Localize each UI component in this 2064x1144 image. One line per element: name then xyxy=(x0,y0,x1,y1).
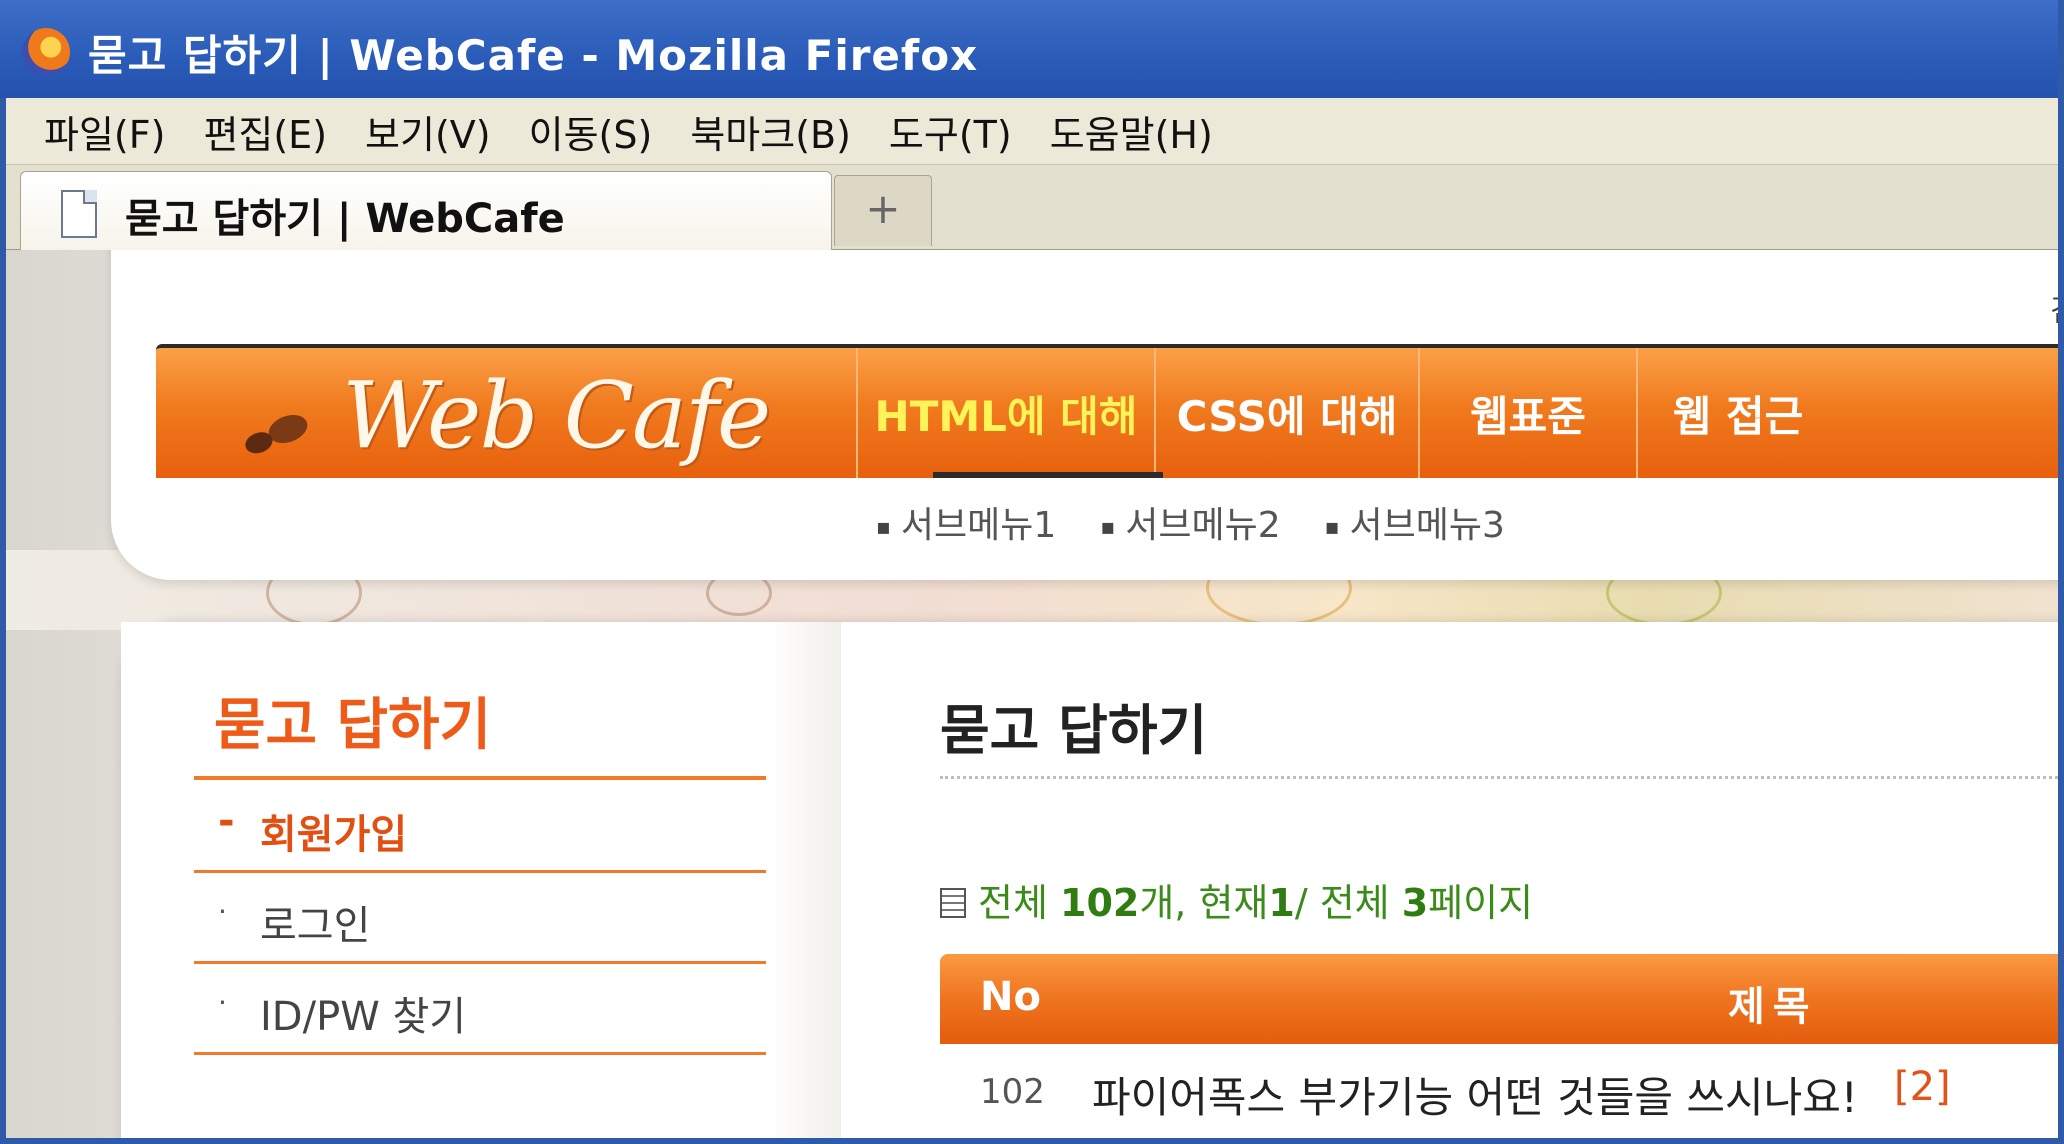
board-summary: 전체 102개, 현재1/ 전체 3페이지 xyxy=(940,872,1533,927)
sidebar-divider xyxy=(194,776,766,780)
menu-edit[interactable]: 편집(E) xyxy=(203,104,327,159)
bullet-icon: ▪ xyxy=(876,514,891,540)
column-header-title: 제목 xyxy=(1728,984,1818,1030)
row-number: 102 xyxy=(980,1072,1045,1112)
page-title: 묻고 답하기 xyxy=(940,699,1208,762)
sidebar-item-label: 회원가입 xyxy=(260,812,408,858)
coffee-bean-icon xyxy=(264,409,312,449)
sub-navigation: ▪ 서브메뉴1 ▪ 서브메뉴2 ▪ 서브메뉴3 xyxy=(876,496,1549,548)
bullet-icon: · xyxy=(218,986,227,1019)
gnb-web-standards[interactable]: 웹표준 xyxy=(1418,348,1636,478)
new-tab-button[interactable]: + xyxy=(834,175,932,246)
window-title: 묻고 답하기 | WebCafe - Mozilla Firefox xyxy=(88,31,979,80)
sidebar-item-signup[interactable]: - 회원가입 xyxy=(194,782,766,873)
tab-bar: 묻고 답하기 | WebCafe + xyxy=(6,165,2064,250)
column-header-no: No xyxy=(980,974,1041,1020)
page-icon xyxy=(61,190,97,238)
summary-sep: / 전체 xyxy=(1294,881,1402,925)
window-border-left xyxy=(0,98,6,1144)
site-logo[interactable]: Web Cafe xyxy=(342,362,771,469)
menu-file[interactable]: 파일(F) xyxy=(44,104,165,159)
menu-go[interactable]: 이동(S) xyxy=(529,104,653,159)
bullet-icon: ▪ xyxy=(1100,514,1116,540)
sidebar-item-label: 로그인 xyxy=(260,903,371,949)
page-viewport[interactable]: 검 Web Cafe HTML에 대해 CSS에 대해 웹표준 웹 접근 ▪ 서브… xyxy=(6,250,2064,1144)
comment-count[interactable]: [2] xyxy=(1894,1064,1951,1110)
menu-bookmarks[interactable]: 북마크(B) xyxy=(690,104,851,159)
window-border-bottom xyxy=(0,1138,2064,1144)
firefox-icon xyxy=(22,28,70,76)
bullet-icon: · xyxy=(218,895,227,928)
summary-total: 102 xyxy=(1060,881,1140,925)
sidebar-item-login[interactable]: · 로그인 xyxy=(194,873,766,964)
sidebar-item-label: ID/PW 찾기 xyxy=(260,994,467,1040)
gnb-web-accessibility[interactable]: 웹 접근 xyxy=(1636,348,1838,478)
summary-current-page: 1 xyxy=(1268,881,1295,925)
tab-active[interactable]: 묻고 답하기 | WebCafe xyxy=(20,171,832,250)
menu-bar: 파일(F) 편집(E) 보기(V) 이동(S) 북마크(B) 도구(T) 도움말… xyxy=(6,98,2064,165)
menu-view[interactable]: 보기(V) xyxy=(365,104,491,159)
dash-icon: - xyxy=(218,798,235,844)
bullet-icon: ▪ xyxy=(1324,514,1340,540)
tab-label: 묻고 답하기 | WebCafe xyxy=(125,196,565,242)
gnb-html[interactable]: HTML에 대해 xyxy=(856,348,1154,478)
gnb-css[interactable]: CSS에 대해 xyxy=(1154,348,1418,478)
global-navigation: Web Cafe HTML에 대해 CSS에 대해 웹표준 웹 접근 xyxy=(156,344,2064,478)
summary-suffix: 페이지 xyxy=(1428,881,1534,925)
summary-prefix: 전체 xyxy=(978,881,1060,925)
list-icon xyxy=(940,888,966,918)
title-bar[interactable]: 묻고 답하기 | WebCafe - Mozilla Firefox xyxy=(0,0,2064,98)
sidebar-item-find-idpw[interactable]: · ID/PW 찾기 xyxy=(194,964,766,1055)
window-border-right xyxy=(2058,0,2064,1144)
submenu-1[interactable]: ▪ 서브메뉴1 xyxy=(876,496,1056,548)
active-menu-indicator xyxy=(933,472,1163,478)
submenu-2-label: 서브메뉴2 xyxy=(1125,505,1281,546)
row-title-link[interactable]: 파이어폭스 부가기능 어떤 것들을 쓰시나요! xyxy=(1092,1064,1858,1125)
submenu-3[interactable]: ▪ 서브메뉴3 xyxy=(1325,496,1505,548)
menu-help[interactable]: 도움말(H) xyxy=(1050,104,1213,159)
table-header: No 제목 xyxy=(940,954,2064,1044)
sidebar-title: 묻고 답하기 xyxy=(214,693,492,758)
summary-middle: 개, 현재 xyxy=(1139,881,1269,925)
submenu-1-label: 서브메뉴1 xyxy=(900,505,1057,546)
title-divider xyxy=(940,776,2064,779)
submenu-2[interactable]: ▪ 서브메뉴2 xyxy=(1100,496,1280,548)
summary-total-pages: 3 xyxy=(1401,881,1429,925)
menu-tools[interactable]: 도구(T) xyxy=(889,104,1012,159)
submenu-3-label: 서브메뉴3 xyxy=(1349,505,1505,546)
browser-window: 묻고 답하기 | WebCafe - Mozilla Firefox 파일(F)… xyxy=(0,0,2064,1144)
